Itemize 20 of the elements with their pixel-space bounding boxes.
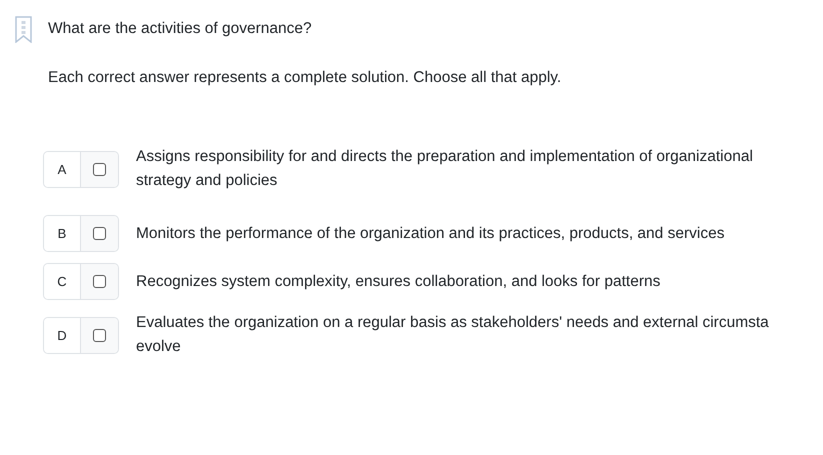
- checkbox[interactable]: [93, 227, 106, 240]
- checkbox-button[interactable]: [80, 216, 118, 251]
- option-text: Evaluates the organization on a regular basis as stakeholders' needs and external circumsta: [136, 313, 769, 333]
- question-text: What are the activities of governance?: [48, 19, 313, 39]
- option-selector[interactable]: C: [43, 263, 119, 300]
- checkbox[interactable]: [93, 328, 106, 342]
- option-selector[interactable]: B: [43, 215, 119, 252]
- checkbox[interactable]: [93, 275, 106, 288]
- option-selector[interactable]: A: [43, 150, 119, 188]
- checkbox[interactable]: [93, 162, 106, 176]
- checkbox-button[interactable]: [80, 152, 118, 186]
- option-text: strategy and policies: [136, 171, 278, 191]
- checkbox-button[interactable]: [80, 318, 118, 352]
- checkbox-button[interactable]: [80, 264, 118, 299]
- instruction-text: Each correct answer represents a complete solution. Choose all that apply.: [48, 68, 562, 88]
- option-text: Assigns responsibility for and directs the preparation and implementation of organizational: [136, 147, 753, 167]
- option-selector[interactable]: D: [43, 316, 119, 354]
- option-text: evolve: [136, 337, 182, 357]
- option-text: Recognizes system complexity, ensures collaboration, and looks for patterns: [136, 272, 660, 292]
- option-text: Monitors the performance of the organization and its practices, products, and services: [136, 224, 724, 244]
